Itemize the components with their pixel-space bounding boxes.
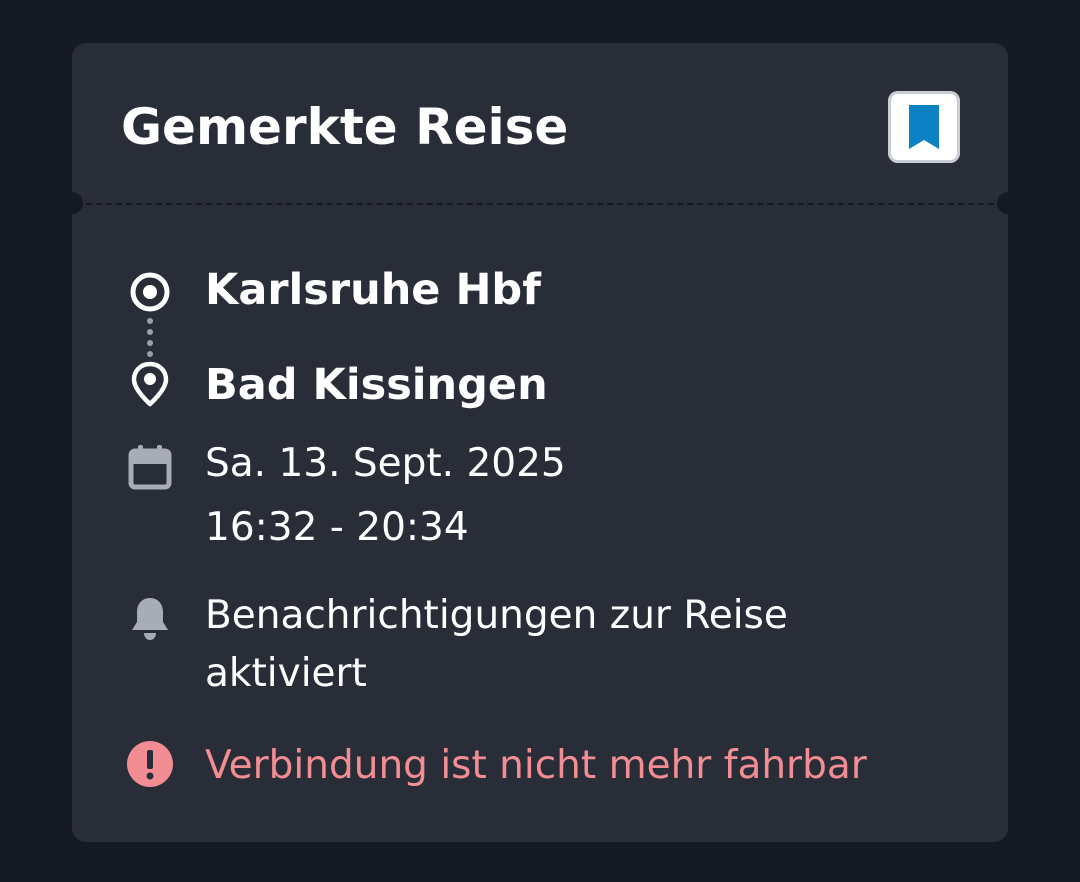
- bell-icon: [132, 598, 168, 640]
- bookmark-icon: [909, 105, 939, 149]
- card-title: Gemerkte Reise: [121, 98, 569, 156]
- notifications-line-1: Benachrichtigungen zur Reise: [205, 593, 788, 638]
- journey-time: 16:32 - 20:34: [205, 505, 469, 550]
- origin-icon: [130, 272, 170, 312]
- calendar-icon: [128, 445, 172, 490]
- origin-station: Karlsruhe Hbf: [205, 265, 541, 315]
- divider-notch-right: [997, 192, 1008, 214]
- dashed-line: [86, 203, 994, 205]
- alert-message: Verbindung ist nicht mehr fahrbar: [205, 743, 867, 788]
- destination-station: Bad Kissingen: [205, 360, 548, 410]
- divider-notch-left: [72, 192, 83, 214]
- journey-date: Sa. 13. Sept. 2025: [205, 441, 566, 486]
- ticket-divider: [72, 192, 1008, 214]
- notifications-line-2: aktiviert: [205, 651, 367, 696]
- destination-pin-icon: [131, 361, 169, 407]
- saved-journey-card[interactable]: Gemerkte Reise Karlsruhe Hbf Bad Kissing…: [72, 43, 1008, 842]
- alert-exclamation-icon: [127, 741, 173, 787]
- bookmark-button[interactable]: [888, 91, 960, 163]
- route-connector: [147, 318, 153, 357]
